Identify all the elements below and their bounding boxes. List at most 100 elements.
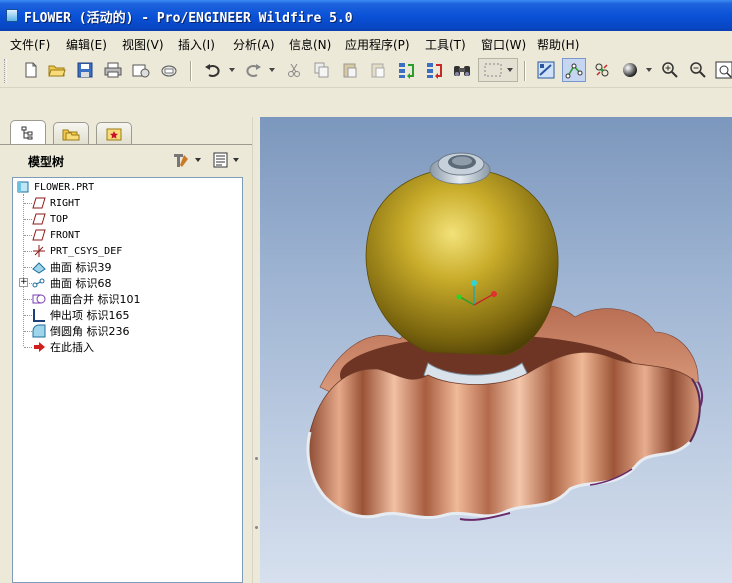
tab-strip-border: [0, 144, 255, 145]
chevron-down-icon: [195, 158, 201, 162]
menu-file[interactable]: 文件(F): [10, 36, 50, 53]
settings-menu-button[interactable]: [172, 151, 201, 169]
tree-item-surface-39[interactable]: 曲面 标识39: [32, 259, 112, 275]
tree-item-top[interactable]: TOP: [32, 211, 68, 227]
tree-item-prt-csys-def[interactable]: PRT_CSYS_DEF: [32, 243, 122, 259]
tree-item-label: RIGHT: [50, 197, 81, 209]
csys-icon: [32, 244, 46, 258]
undo-icon[interactable]: [201, 58, 225, 82]
shading-icon[interactable]: [618, 58, 642, 82]
undo-dropdown-icon[interactable]: [229, 68, 235, 72]
tree-connector: [24, 267, 32, 268]
tree-item-label: 伸出项 标识165: [50, 309, 130, 322]
zoom-in-icon[interactable]: [658, 58, 682, 82]
zoom-out-icon[interactable]: [686, 58, 710, 82]
splitter-grip: [255, 526, 258, 529]
menu-help[interactable]: 帮助(H): [537, 36, 579, 53]
menu-applications[interactable]: 应用程序(P): [345, 36, 410, 53]
navigator-panel: 模型树 FLOWER.PRT RIGHT TOP FRONT PRT_CSYS_…: [0, 117, 255, 583]
menu-analysis[interactable]: 分析(A): [233, 36, 275, 53]
pro-engineer-window: FLOWER (活动的) - Pro/ENGINEER Wildfire 5.0…: [0, 0, 732, 583]
toolbar-grip[interactable]: [4, 59, 7, 83]
paste-special-icon[interactable]: [366, 58, 390, 82]
surface-icon: [32, 260, 46, 274]
tab-folder-browser[interactable]: [53, 122, 89, 144]
tree-item-label: TOP: [50, 213, 69, 225]
main-toolbar: [0, 55, 732, 87]
datum-plane-icon: [32, 196, 46, 210]
regenerate-icon[interactable]: [394, 58, 418, 82]
tree-item-insert-here[interactable]: 在此插入: [32, 339, 94, 355]
tab-model-tree[interactable]: [10, 120, 46, 144]
datum-plane-icon: [32, 212, 46, 226]
send-mail-2-icon[interactable]: [157, 58, 181, 82]
tree-connector: [24, 219, 32, 220]
window-title: FLOWER (活动的) - Pro/ENGINEER Wildfire 5.0: [24, 11, 353, 26]
tree-item-label: 倒圆角 标识236: [50, 325, 130, 338]
title-bar[interactable]: FLOWER (活动的) - Pro/ENGINEER Wildfire 5.0: [0, 0, 732, 31]
open-folder-icon[interactable]: [45, 58, 69, 82]
tree-connector: [24, 251, 32, 252]
tree-item-label: 曲面 标识68: [50, 277, 112, 290]
redo-dropdown-icon[interactable]: [269, 68, 275, 72]
copy-icon[interactable]: [310, 58, 334, 82]
protrusion-icon: [32, 308, 46, 322]
round-icon: [32, 324, 46, 338]
refit-icon[interactable]: [712, 58, 732, 82]
tools-icon: [174, 154, 188, 167]
spin-center-icon[interactable]: [590, 58, 614, 82]
tree-connector: [24, 203, 32, 204]
tree-root[interactable]: FLOWER.PRT: [16, 179, 94, 195]
shading-dropdown-icon[interactable]: [646, 68, 652, 72]
menu-bar: 文件(F) 编辑(E) 视图(V) 插入(I) 分析(A) 信息(N) 应用程序…: [0, 31, 732, 55]
panel-splitter[interactable]: [252, 117, 260, 583]
menu-window[interactable]: 窗口(W): [481, 36, 526, 53]
merge-icon: [32, 292, 46, 306]
menu-info[interactable]: 信息(N): [289, 36, 331, 53]
tab-favorites[interactable]: [96, 122, 132, 144]
tree-item-label: PRT_CSYS_DEF: [50, 245, 123, 257]
favorites-icon: [106, 128, 122, 140]
menu-view[interactable]: 视图(V): [122, 36, 164, 53]
cut-icon[interactable]: [282, 58, 306, 82]
expand-toggle-icon[interactable]: +: [19, 278, 28, 287]
show-menu-button[interactable]: [212, 151, 239, 169]
new-file-icon[interactable]: [19, 58, 43, 82]
tree-connector: [24, 315, 32, 316]
paste-icon[interactable]: [338, 58, 362, 82]
tree-item-label: 曲面合并 标识101: [50, 293, 141, 306]
graphics-viewport[interactable]: [260, 117, 732, 583]
flower-vase-model: [306, 152, 704, 521]
toolbar-separator: [190, 61, 192, 81]
datum-plane-icon: [32, 228, 46, 242]
tree-item-round-236[interactable]: 倒圆角 标识236: [32, 323, 130, 339]
tree-item-right[interactable]: RIGHT: [32, 195, 80, 211]
find-icon[interactable]: [450, 58, 474, 82]
datum-display-icon[interactable]: [562, 58, 586, 82]
menu-tools[interactable]: 工具(T): [425, 36, 466, 53]
tree-guide-line: [23, 194, 24, 346]
tree-connector: [24, 235, 32, 236]
print-icon[interactable]: [101, 58, 125, 82]
app-icon: [6, 9, 18, 22]
tree-item-front[interactable]: FRONT: [32, 227, 80, 243]
splitter-grip: [255, 457, 258, 460]
send-mail-icon[interactable]: [129, 58, 153, 82]
save-icon[interactable]: [73, 58, 97, 82]
chevron-down-icon: [233, 158, 239, 162]
part-icon: [16, 180, 30, 194]
toolbar-separator: [524, 61, 526, 81]
tree-item-label: 在此插入: [50, 341, 94, 354]
model-tree[interactable]: FLOWER.PRT RIGHT TOP FRONT PRT_CSYS_DEF: [12, 177, 243, 583]
redo-icon[interactable]: [241, 58, 265, 82]
regenerate-manager-icon[interactable]: [422, 58, 446, 82]
tree-connector: [24, 299, 32, 300]
menu-edit[interactable]: 编辑(E): [66, 36, 107, 53]
select-box-dropdown[interactable]: [478, 58, 518, 82]
menu-insert[interactable]: 插入(I): [178, 36, 215, 53]
tree-item-merge-101[interactable]: 曲面合并 标识101: [32, 291, 141, 307]
tree-item-surface-68[interactable]: 曲面 标识68: [32, 275, 112, 291]
tree-item-protrusion-165[interactable]: 伸出项 标识165: [32, 307, 130, 323]
tree-connector: [24, 331, 32, 332]
view-manager-icon[interactable]: [534, 58, 558, 82]
